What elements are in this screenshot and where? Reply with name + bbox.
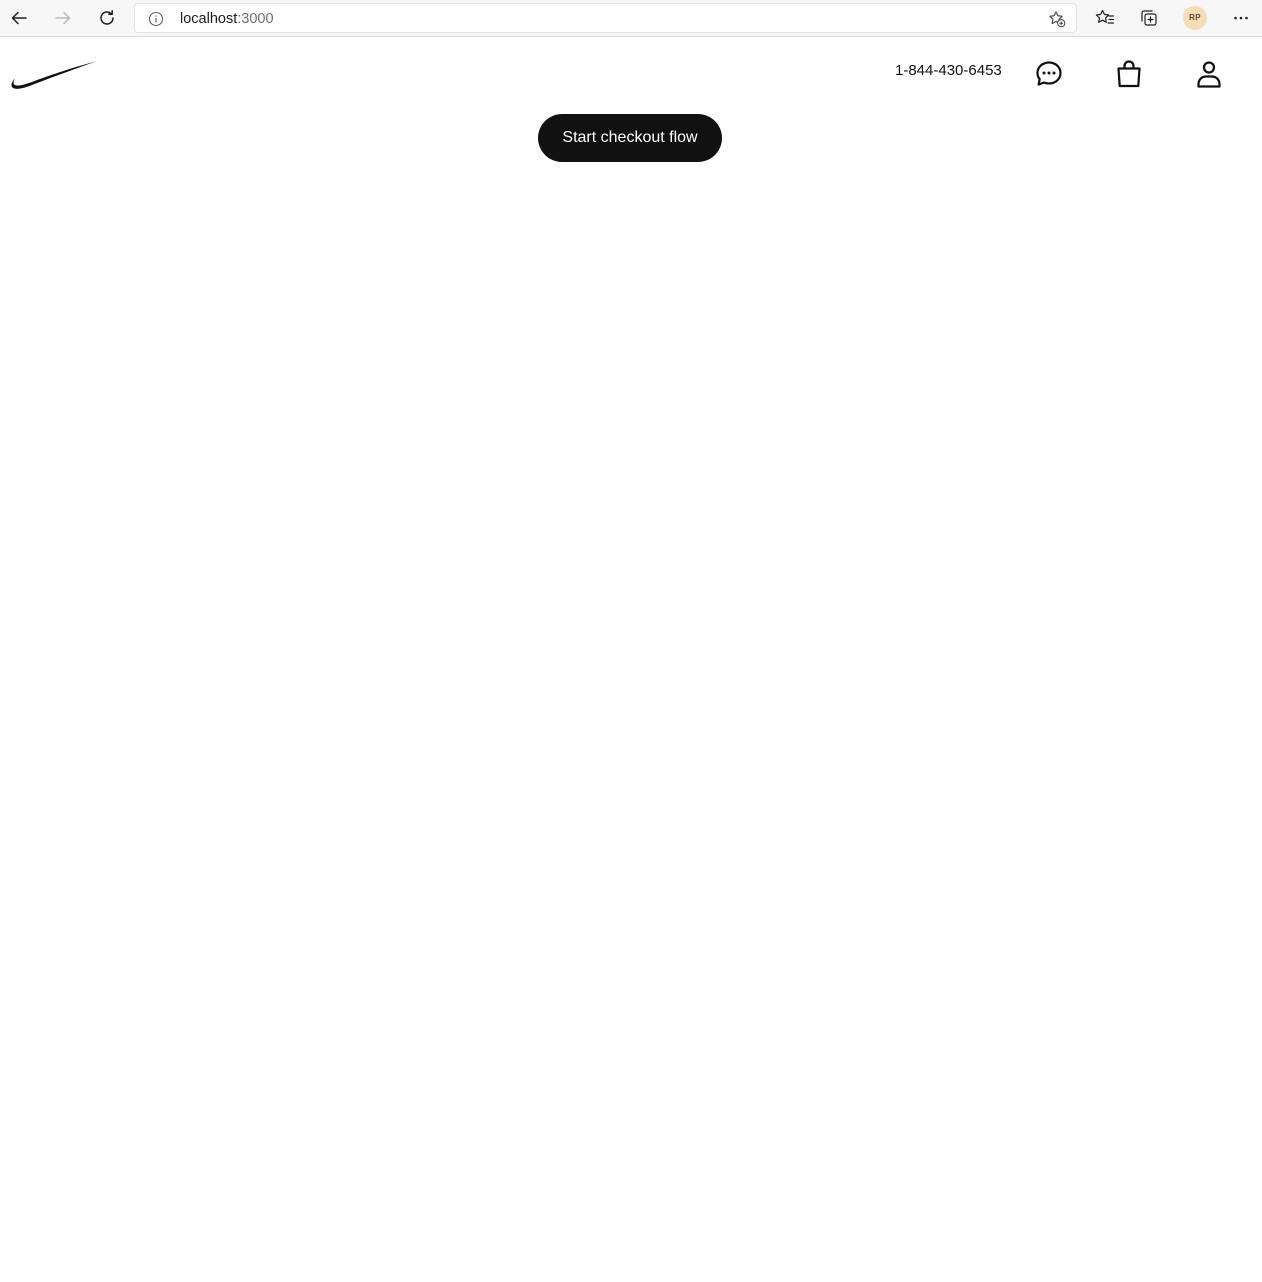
start-checkout-button[interactable]: Start checkout flow [538,114,722,162]
user-account-icon [1197,61,1221,88]
url-port: :3000 [237,11,274,27]
phone-number: 1-844-430-6453 [895,62,1002,79]
forward-button[interactable] [48,4,78,32]
site-header: 1-844-430-6453 [0,38,1262,110]
address-bar[interactable]: localhost:3000 [134,3,1077,33]
chat-icon [1036,61,1062,86]
account-button[interactable] [1193,58,1225,90]
add-favorite-icon[interactable] [1048,10,1066,28]
collections-icon [1141,10,1157,26]
back-button[interactable] [4,4,34,32]
url-text[interactable]: localhost:3000 [180,11,274,27]
favorites-button[interactable] [1090,4,1120,32]
info-icon[interactable] [148,11,164,27]
cart-button[interactable] [1113,58,1145,90]
refresh-button[interactable] [92,4,122,32]
more-horizontal-icon [1234,16,1248,20]
browser-toolbar: localhost:3000 RP [0,0,1262,37]
shopping-bag-icon [1117,60,1141,88]
arrow-right-icon [55,11,71,25]
nike-swoosh-logo[interactable] [10,60,98,92]
arrow-left-icon [11,11,27,25]
settings-more-button[interactable] [1226,4,1256,32]
collections-button[interactable] [1134,4,1164,32]
url-host: localhost [180,11,238,27]
favorites-icon [1095,9,1115,24]
chat-button[interactable] [1033,58,1065,90]
profile-avatar[interactable]: RP [1183,6,1207,30]
refresh-icon [100,10,114,25]
